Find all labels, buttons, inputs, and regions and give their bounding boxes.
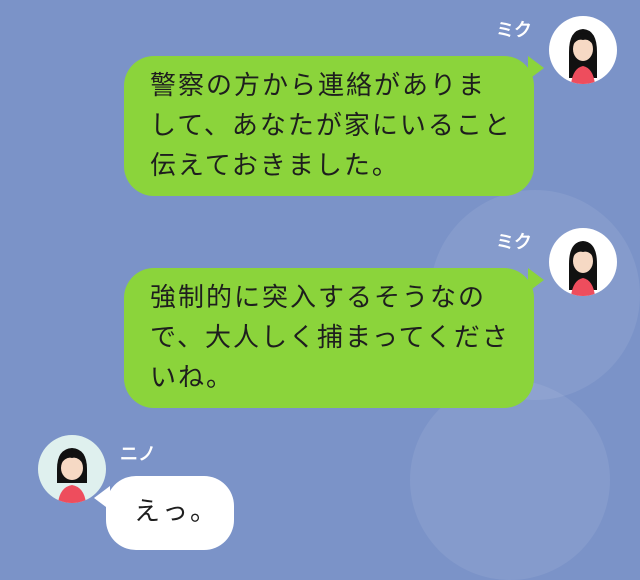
message-bubble[interactable]: 警察の方から連絡がありまして、あなたが家にいること伝えておきました。 xyxy=(124,56,534,196)
background-bokeh xyxy=(410,380,610,580)
message-bubble[interactable]: 強制的に突入するそうなので、大人しく捕まってくださいね。 xyxy=(124,268,534,408)
sender-name: ミク xyxy=(496,20,532,41)
sender-name: ミク xyxy=(496,232,532,253)
message-bubble[interactable]: えっ。 xyxy=(106,476,234,550)
girl-avatar-icon xyxy=(569,29,597,84)
message-text: 強制的に突入するそうなので、大人しく捕まってくださいね。 xyxy=(150,283,510,393)
sender-name: ニノ xyxy=(120,444,156,465)
girl-avatar-icon xyxy=(569,241,597,296)
avatar[interactable] xyxy=(549,16,617,84)
avatar[interactable] xyxy=(549,228,617,296)
message-text: えっ。 xyxy=(134,497,219,527)
message-text: 警察の方から連絡がありまして、あなたが家にいること伝えておきました。 xyxy=(150,71,512,181)
